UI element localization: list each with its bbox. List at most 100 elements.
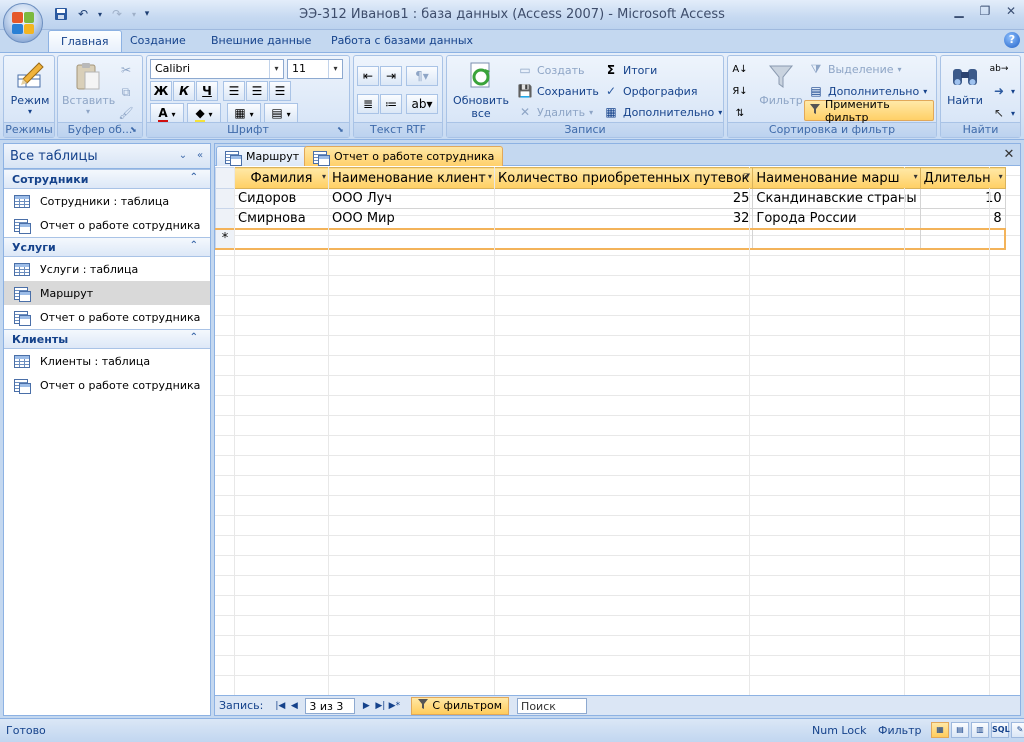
nav-item[interactable]: Услуги : таблица (4, 257, 210, 281)
record-position-field[interactable]: 3 из 3 (305, 697, 356, 714)
restore-icon[interactable]: ❐ (978, 4, 992, 18)
table-cell[interactable]: 32 (493, 208, 754, 229)
select-all-cell[interactable] (215, 167, 235, 189)
column-header-surname[interactable]: Фамилия ▾ (234, 167, 329, 189)
italic-button[interactable]: К (173, 81, 195, 101)
design-view-icon[interactable]: ✎ (1011, 722, 1024, 738)
align-right-button[interactable]: ☰ (269, 81, 291, 101)
select-button[interactable]: ↖ ▾ (991, 103, 1015, 123)
new-row-marker[interactable]: * (215, 227, 235, 250)
help-icon[interactable]: ? (1004, 32, 1020, 48)
tab-home[interactable]: Главная (48, 30, 122, 52)
nav-pane-header[interactable]: Все таблицы ⌄ « (4, 144, 210, 169)
nav-item[interactable]: Маршрут (4, 281, 210, 305)
datasheet-view-icon[interactable]: ▦ (931, 722, 949, 738)
totals-button[interactable]: Σ Итоги (603, 60, 657, 80)
filter-button[interactable]: Фильтр (758, 60, 804, 107)
new-record-nav-icon[interactable]: ▶* (387, 701, 401, 711)
column-header-route-name[interactable]: Наименование марш ▾ (752, 167, 921, 189)
refresh-all-button[interactable]: Обновить все (450, 60, 512, 120)
sort-descending-button[interactable]: Я↓ (732, 81, 748, 101)
filtered-column-icon[interactable]: ⧩ (743, 172, 750, 182)
tab-external-data[interactable]: Внешние данные (199, 30, 323, 52)
nav-pane-collapse-icon[interactable]: « (193, 149, 207, 163)
increase-indent-button[interactable]: ⇥ (380, 66, 402, 86)
last-record-icon[interactable]: ▶| (373, 701, 387, 711)
table-cell[interactable]: 8 (919, 208, 1006, 229)
align-center-button[interactable]: ☰ (246, 81, 268, 101)
table-row[interactable]: Сидоров ООО Луч 25 Скандинавские страны 10 (215, 188, 1006, 209)
close-window-icon[interactable]: ✕ (1004, 4, 1018, 18)
selection-button[interactable]: ⧩ Выделение ▾ (808, 59, 902, 79)
collapse-group-icon[interactable]: ⌃ (190, 240, 198, 251)
column-dropdown-icon[interactable]: ▾ (322, 172, 326, 181)
column-header-vouchers-count[interactable]: Количество приобретенных путевок ⧩ (493, 167, 754, 189)
fill-color-button[interactable]: ◆ ▾ (187, 103, 221, 123)
view-button[interactable]: Режим ▾ (8, 60, 52, 116)
font-name-dropdown-icon[interactable]: ▾ (269, 60, 283, 78)
highlight-button[interactable]: ab▾ (406, 94, 438, 114)
pivottable-view-icon[interactable]: ▤ (951, 722, 969, 738)
sql-view-button[interactable]: SQL (991, 722, 1010, 738)
font-size-combo[interactable]: 11 ▾ (287, 59, 343, 79)
format-painter-button[interactable]: 🖌 (118, 103, 134, 123)
sort-ascending-button[interactable]: А↓ (732, 59, 748, 79)
column-dropdown-icon[interactable]: ▾ (914, 172, 918, 181)
font-launcher-icon[interactable]: ⬊ (337, 125, 347, 135)
search-field[interactable]: Поиск (517, 697, 588, 714)
pivotchart-view-icon[interactable]: ▥ (971, 722, 989, 738)
first-record-icon[interactable]: |◀ (273, 701, 287, 711)
table-cell[interactable]: 25 (493, 188, 754, 209)
new-record-button[interactable]: ▭ Создать (517, 60, 584, 80)
clear-sort-button[interactable]: ⇅ (732, 103, 748, 123)
table-cell[interactable]: Города России (752, 208, 921, 229)
clipboard-launcher-icon[interactable]: ⬊ (130, 125, 140, 135)
paragraph-direction-button[interactable]: ¶▾ (406, 66, 438, 86)
delete-record-button[interactable]: ✕ Удалить ▾ (517, 102, 593, 122)
table-cell[interactable]: Смирнова (234, 208, 329, 229)
nav-item[interactable]: Отчет о работе сотрудника (4, 373, 210, 397)
row-selector[interactable] (215, 208, 235, 229)
table-cell[interactable]: ООО Мир (328, 208, 495, 229)
apply-filter-button[interactable]: Применить фильтр (804, 98, 934, 124)
collapse-group-icon[interactable]: ⌃ (190, 172, 198, 183)
table-cell[interactable] (919, 227, 1007, 250)
office-button[interactable] (3, 3, 43, 43)
save-record-button[interactable]: 💾 Сохранить (517, 81, 599, 101)
font-color-button[interactable]: A ▾ (150, 103, 184, 123)
decrease-indent-button[interactable]: ⇤ (357, 66, 379, 86)
find-button[interactable]: Найти (943, 60, 987, 107)
copy-button[interactable]: ⧉ (118, 82, 134, 102)
collapse-group-icon[interactable]: ⌃ (190, 332, 198, 343)
bullets-button[interactable]: ≔ (380, 94, 402, 114)
table-cell[interactable] (493, 227, 754, 250)
doc-tab-employee-report[interactable]: Отчет о работе сотрудника (304, 146, 504, 166)
underline-button[interactable]: Ч (196, 81, 218, 101)
font-size-dropdown-icon[interactable]: ▾ (328, 60, 342, 78)
row-selector[interactable] (215, 188, 235, 209)
nav-item[interactable]: Отчет о работе сотрудника (4, 213, 210, 237)
table-row[interactable]: Смирнова ООО Мир 32 Города России 8 (215, 208, 1006, 229)
gridlines-button[interactable]: ▦ ▾ (227, 103, 261, 123)
table-cell[interactable]: 10 (919, 188, 1006, 209)
alternate-fill-button[interactable]: ▤ ▾ (264, 103, 298, 123)
nav-group-header[interactable]: Сотрудники ⌃ (4, 169, 210, 189)
doc-tab-route[interactable]: Маршрут (216, 146, 309, 166)
filtered-toggle[interactable]: С фильтром (411, 696, 510, 715)
column-header-client-name[interactable]: Наименование клиент ▾ (328, 167, 495, 189)
nav-pane-menu-icon[interactable]: ⌄ (176, 149, 190, 163)
goto-button[interactable]: ➜ ▾ (991, 81, 1015, 101)
cut-button[interactable]: ✂ (118, 60, 134, 80)
more-records-button[interactable]: ▦ Дополнительно ▾ (603, 102, 722, 122)
table-cell[interactable] (328, 227, 495, 250)
minimize-icon[interactable]: ▁ (952, 4, 966, 18)
new-record-row[interactable]: * (215, 227, 1007, 250)
next-record-icon[interactable]: ▶ (359, 701, 373, 711)
column-dropdown-icon[interactable]: ▾ (999, 172, 1003, 181)
table-cell[interactable]: Скандинавские страны (752, 188, 921, 209)
bold-button[interactable]: Ж (150, 81, 172, 101)
paste-button[interactable]: Вставить ▾ (62, 60, 115, 116)
replace-button[interactable]: ab→ (990, 59, 1009, 79)
nav-item[interactable]: Отчет о работе сотрудника (4, 305, 210, 329)
previous-record-icon[interactable]: ◀ (287, 701, 301, 711)
